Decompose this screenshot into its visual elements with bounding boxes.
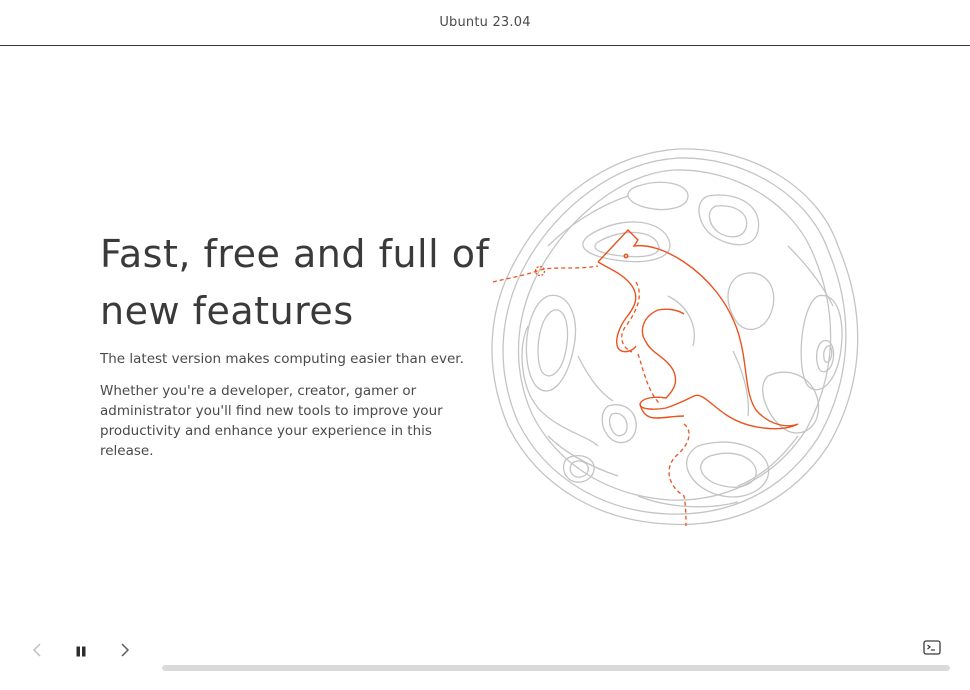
next-slide-button[interactable] <box>111 637 139 665</box>
lunar-lobster-illustration <box>488 146 868 528</box>
slide-body-text: Whether you're a developer, creator, gam… <box>100 383 443 459</box>
slide-lead-text: The latest version makes computing easie… <box>100 351 464 367</box>
installation-progress-bar <box>162 665 950 671</box>
pause-icon <box>76 642 86 661</box>
pause-slideshow-button[interactable] <box>67 637 95 665</box>
terminal-icon <box>923 639 941 659</box>
chevron-right-icon <box>120 642 130 661</box>
slide-headline: Fast, free and full of new features <box>100 232 490 333</box>
previous-slide-button[interactable] <box>23 637 51 665</box>
window-header: Ubuntu 23.04 <box>0 0 970 46</box>
chevron-left-icon <box>32 642 42 661</box>
terminal-log-button[interactable] <box>918 635 946 663</box>
window-title: Ubuntu 23.04 <box>439 15 531 30</box>
